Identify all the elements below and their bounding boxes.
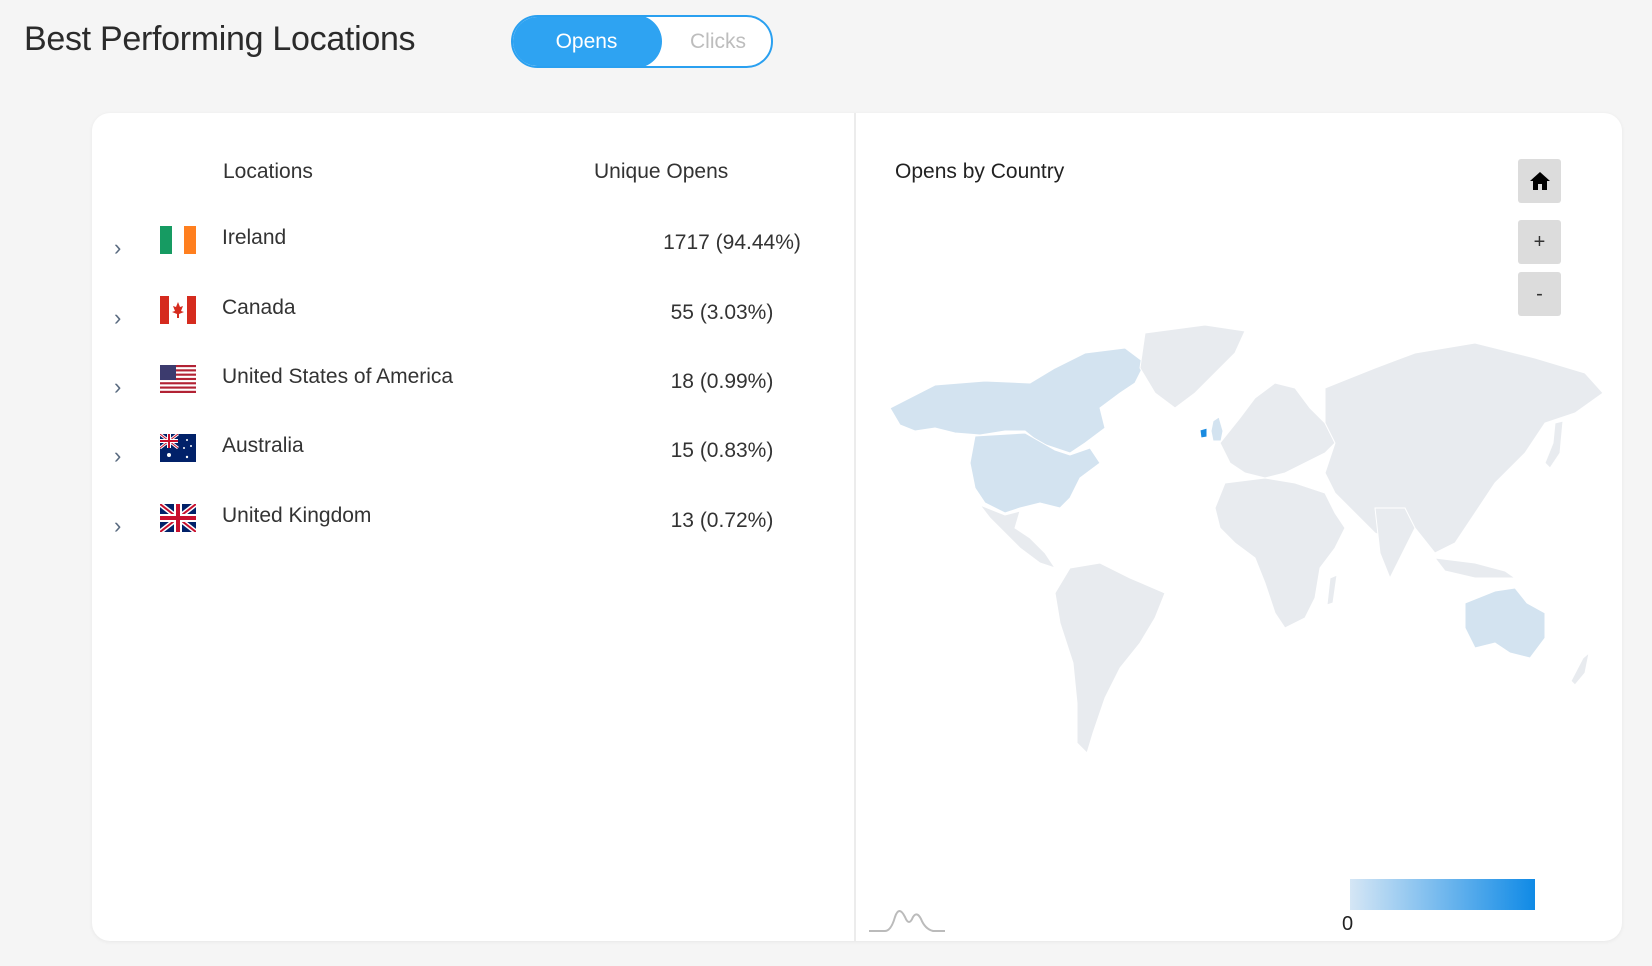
map-zoom-out-button[interactable]: - (1518, 272, 1561, 316)
canada-flag-icon (160, 296, 196, 324)
table-row[interactable]: › Australia 15 (0.83%) (92, 434, 852, 484)
table-row[interactable]: › United Kingdom 13 (0.72%) (92, 504, 852, 554)
map-zoom-in-button[interactable]: + (1518, 220, 1561, 264)
map-country-greenland[interactable] (1140, 325, 1245, 408)
expand-chevron-icon[interactable]: › (114, 308, 126, 328)
usa-flag-icon (160, 365, 196, 393)
expand-chevron-icon[interactable]: › (114, 516, 126, 536)
map-country-madagascar[interactable] (1327, 575, 1337, 605)
ireland-flag-icon (160, 226, 196, 254)
column-header-locations: Locations (223, 160, 313, 184)
toggle-opens[interactable]: Opens (511, 15, 662, 68)
map-country-africa[interactable] (1215, 478, 1345, 628)
unique-opens-value: 1717 (94.44%) (622, 231, 842, 255)
unique-opens-value: 13 (0.72%) (612, 509, 832, 533)
country-name: United Kingdom (222, 504, 371, 528)
toggle-clicks[interactable]: Clicks (663, 17, 773, 66)
world-map[interactable] (855, 313, 1615, 833)
unique-opens-value: 15 (0.83%) (612, 439, 832, 463)
expand-chevron-icon[interactable]: › (114, 238, 126, 258)
map-country-japan[interactable] (1545, 421, 1563, 468)
map-home-button[interactable] (1518, 159, 1561, 203)
table-row[interactable]: › United States of America 18 (0.99%) (92, 365, 852, 415)
map-title: Opens by Country (895, 160, 1064, 184)
map-country-australia[interactable] (1465, 588, 1545, 658)
map-country-europe[interactable] (1220, 383, 1335, 478)
map-country-south-america[interactable] (1055, 563, 1165, 753)
amcharts-logo-icon[interactable] (867, 903, 947, 935)
expand-chevron-icon[interactable]: › (114, 446, 126, 466)
expand-chevron-icon[interactable]: › (114, 377, 126, 397)
table-row[interactable]: › Canada 55 (3.03%) (92, 296, 852, 346)
map-country-ireland[interactable] (1200, 428, 1207, 438)
opens-clicks-toggle[interactable]: Opens Clicks (511, 15, 773, 68)
map-color-legend (1350, 879, 1535, 910)
map-country-indonesia[interactable] (1435, 558, 1515, 578)
map-country-asia[interactable] (1325, 343, 1603, 553)
unique-opens-value: 18 (0.99%) (612, 370, 832, 394)
country-name: Ireland (222, 226, 286, 250)
country-name: Australia (222, 434, 304, 458)
page-title: Best Performing Locations (24, 20, 415, 59)
table-row[interactable]: › Ireland 1717 (94.44%) (92, 226, 852, 276)
legend-min-label: 0 (1342, 913, 1353, 936)
home-icon (1529, 170, 1551, 192)
unique-opens-value: 55 (3.03%) (612, 301, 832, 325)
locations-card: Locations Unique Opens › Ireland 1717 (9… (92, 113, 1622, 941)
country-name: United States of America (222, 365, 453, 389)
map-country-new-zealand[interactable] (1571, 653, 1589, 685)
column-header-unique-opens: Unique Opens (594, 160, 728, 184)
map-country-mexico[interactable] (980, 505, 1055, 568)
country-name: Canada (222, 296, 296, 320)
map-country-uk[interactable] (1211, 417, 1223, 441)
uk-flag-icon (160, 504, 196, 532)
australia-flag-icon (160, 434, 196, 462)
map-country-india[interactable] (1375, 508, 1415, 578)
